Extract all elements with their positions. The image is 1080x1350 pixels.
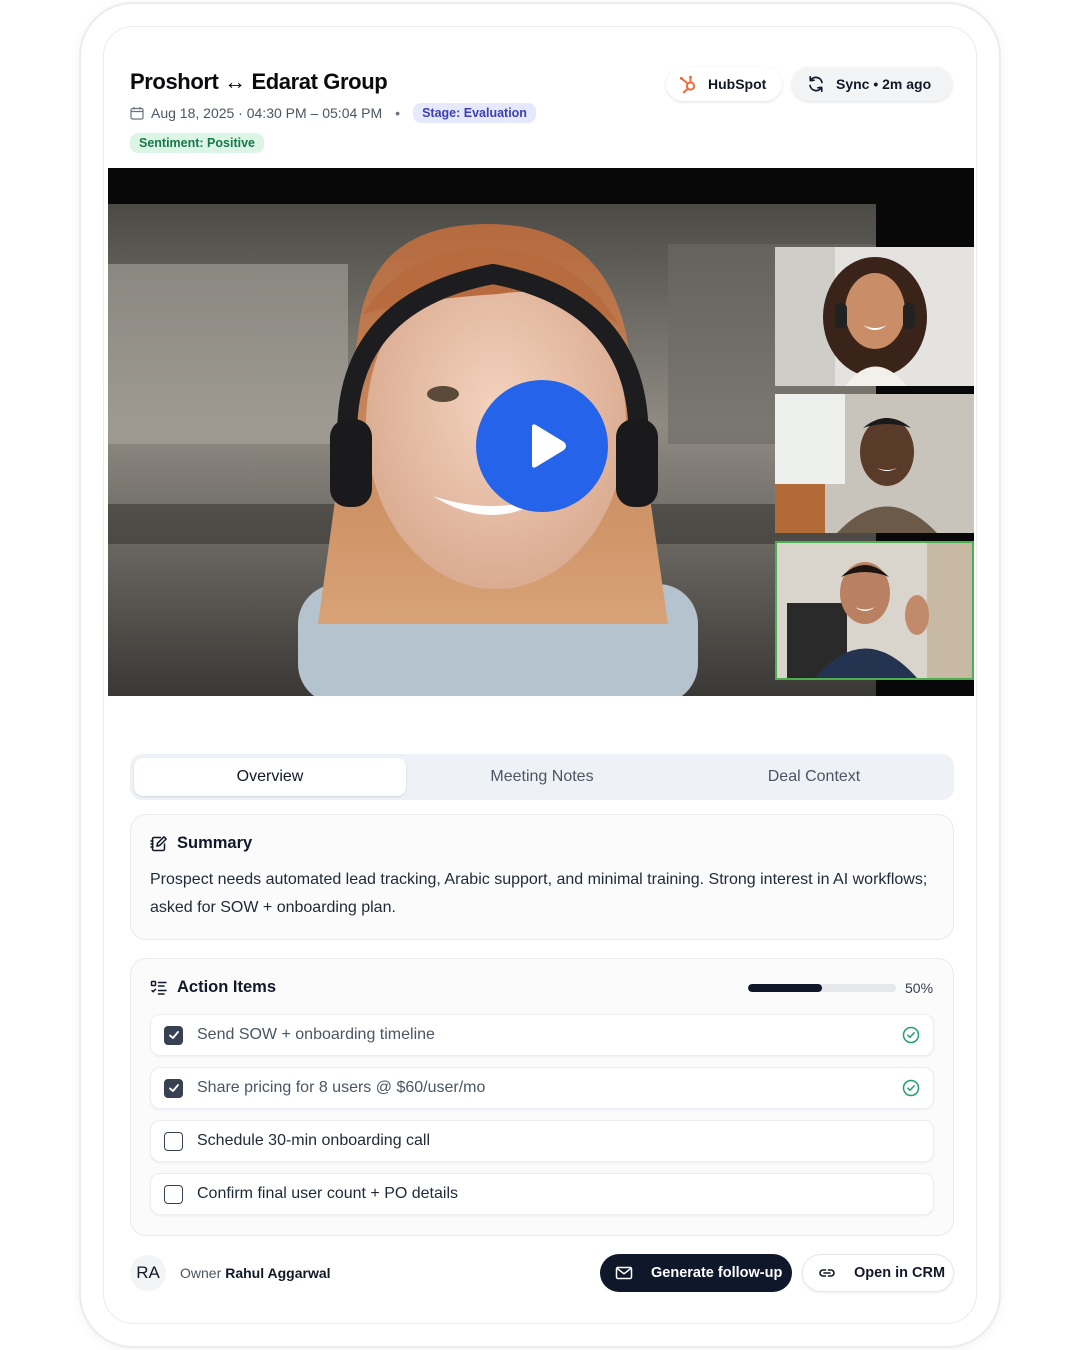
participant-video-2[interactable] xyxy=(775,394,974,533)
refresh-icon xyxy=(806,74,826,94)
check-icon xyxy=(168,1031,179,1039)
tab-meeting-notes[interactable]: Meeting Notes xyxy=(406,758,678,796)
meta-separator: • xyxy=(395,105,401,121)
participant-video-1[interactable] xyxy=(775,247,974,386)
summary-text: Prospect needs automated lead tracking, … xyxy=(150,871,928,916)
check-circle-icon xyxy=(902,1079,920,1097)
action-progress-fill xyxy=(748,984,822,992)
open-in-crm-button[interactable]: Open in CRM xyxy=(802,1254,954,1292)
owner-label: Owner xyxy=(180,1265,222,1281)
action-items-header: Action Items xyxy=(150,978,276,997)
checklist-icon xyxy=(150,979,168,997)
participant-video-3[interactable] xyxy=(775,541,974,680)
generate-follow-up-button[interactable]: Generate follow-up xyxy=(600,1254,792,1292)
summary-title: Summary xyxy=(177,834,253,852)
hubspot-label: HubSpot xyxy=(708,76,767,92)
meeting-datetime: Aug 18, 2025 · 04:30 PM – 05:04 PM xyxy=(151,105,383,121)
action-items-title: Action Items xyxy=(177,978,277,996)
check-circle-icon xyxy=(902,1026,920,1044)
action-item[interactable]: Share pricing for 8 users @ $60/user/mo xyxy=(150,1067,934,1109)
video-player[interactable] xyxy=(108,168,974,696)
action-item-label: Send SOW + onboarding timeline xyxy=(197,1026,435,1043)
checkbox-unchecked[interactable] xyxy=(164,1184,183,1204)
tab-bar: Overview Meeting Notes Deal Context xyxy=(130,754,954,800)
mail-icon xyxy=(615,1264,633,1282)
hubspot-icon xyxy=(678,74,698,94)
owner-avatar: RA xyxy=(130,1255,166,1291)
checkbox-checked[interactable] xyxy=(164,1078,183,1098)
action-item[interactable]: Schedule 30-min onboarding call xyxy=(150,1120,934,1162)
sync-button[interactable]: Sync • 2m ago xyxy=(792,67,952,101)
action-item-label: Confirm final user count + PO details xyxy=(197,1185,459,1202)
link-icon xyxy=(818,1264,836,1282)
play-button[interactable] xyxy=(476,380,608,512)
notebook-pen-icon xyxy=(150,835,168,853)
sync-label: Sync • 2m ago xyxy=(836,76,932,92)
action-item[interactable]: Send SOW + onboarding timeline xyxy=(150,1014,934,1056)
checkbox-checked[interactable] xyxy=(164,1025,183,1045)
play-icon xyxy=(532,424,566,468)
sentiment-badge: Sentiment: Positive xyxy=(130,133,264,153)
stage-badge: Stage: Evaluation xyxy=(413,103,536,123)
action-item-label: Schedule 30-min onboarding call xyxy=(197,1132,431,1149)
summary-header: Summary xyxy=(150,834,252,853)
generate-follow-up-label: Generate follow-up xyxy=(651,1265,783,1281)
calendar-icon xyxy=(130,107,144,120)
open-in-crm-label: Open in CRM xyxy=(854,1265,946,1281)
checkbox-unchecked[interactable] xyxy=(164,1131,183,1151)
tab-deal-context[interactable]: Deal Context xyxy=(678,758,950,796)
action-progress-label: 50% xyxy=(905,980,934,996)
check-icon xyxy=(168,1084,179,1092)
action-progress-bar xyxy=(748,984,896,992)
summary-card: Summary Prospect needs automated lead tr… xyxy=(130,814,954,940)
hubspot-button[interactable]: HubSpot xyxy=(666,67,782,101)
meeting-title: Proshort ↔ Edarat Group xyxy=(130,69,388,94)
action-item[interactable]: Confirm final user count + PO details xyxy=(150,1173,934,1215)
action-items-card: Action Items 50% Send SOW + onboarding t… xyxy=(130,958,954,1236)
tab-overview[interactable]: Overview xyxy=(134,758,406,796)
owner-name: Rahul Aggarwal xyxy=(225,1265,331,1281)
owner-info: Owner Rahul Aggarwal xyxy=(180,1265,331,1281)
action-item-label: Share pricing for 8 users @ $60/user/mo xyxy=(197,1079,486,1096)
meeting-card: Proshort ↔ Edarat Group Aug 18, 2025 · 0… xyxy=(103,26,977,1324)
meeting-meta: Aug 18, 2025 · 04:30 PM – 05:04 PM • Sta… xyxy=(130,103,536,123)
